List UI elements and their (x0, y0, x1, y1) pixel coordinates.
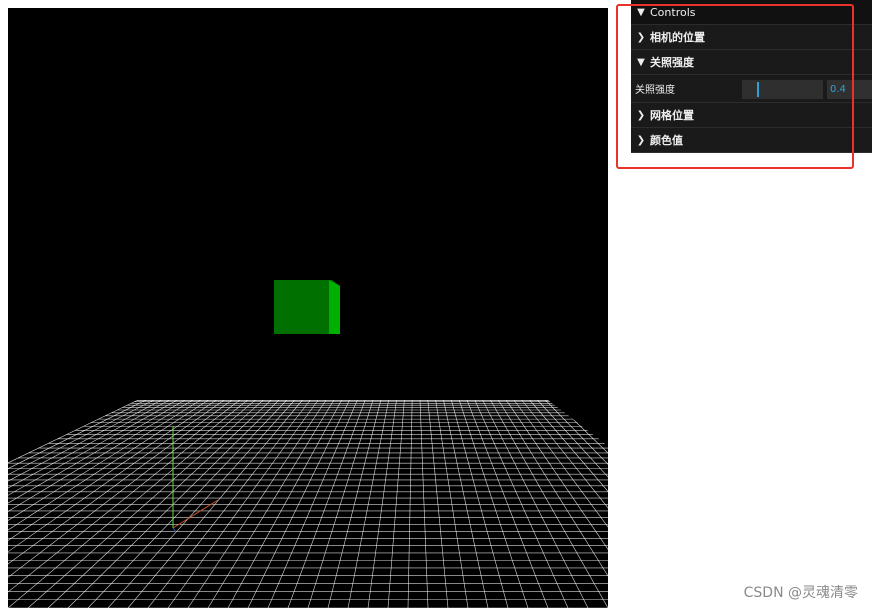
folder-camera-position[interactable]: ❯ 相机的位置 (631, 25, 872, 50)
slider-handle[interactable] (757, 82, 759, 97)
control-label: 关照强度 (635, 85, 675, 96)
light-intensity-control: 关照强度 (631, 75, 872, 103)
chevron-right-icon: ❯ (636, 109, 646, 121)
green-cube (274, 280, 340, 334)
light-intensity-input[interactable] (827, 80, 872, 99)
folder-color-value[interactable]: ❯ 颜色值 (631, 128, 872, 153)
scene-canvas (8, 8, 608, 608)
3d-viewport[interactable] (8, 8, 608, 608)
cube-side-face (329, 280, 340, 334)
folder-label: 相机的位置 (650, 31, 705, 44)
folder-label: 关照强度 (650, 56, 694, 69)
chevron-down-icon: ▼ (637, 6, 645, 18)
sky-mask (8, 8, 608, 438)
dat-gui-panel: ▼ Controls ❯ 相机的位置 ▼ 关照强度 关照强度 ❯ 网格位置 ❯ … (631, 0, 872, 153)
gui-title: Controls (650, 5, 696, 19)
chevron-down-icon: ▼ (637, 56, 645, 68)
folder-grid-position[interactable]: ❯ 网格位置 (631, 103, 872, 128)
folder-label: 网格位置 (650, 109, 694, 122)
folder-light-intensity[interactable]: ▼ 关照强度 (631, 50, 872, 75)
chevron-right-icon: ❯ (636, 134, 646, 146)
chevron-right-icon: ❯ (636, 31, 646, 43)
folder-label: 颜色值 (650, 134, 683, 147)
cube-front-face (274, 280, 329, 334)
gui-title-row[interactable]: ▼ Controls (631, 0, 872, 25)
light-intensity-slider[interactable] (742, 80, 823, 99)
watermark: CSDN @灵魂清零 (743, 585, 858, 601)
